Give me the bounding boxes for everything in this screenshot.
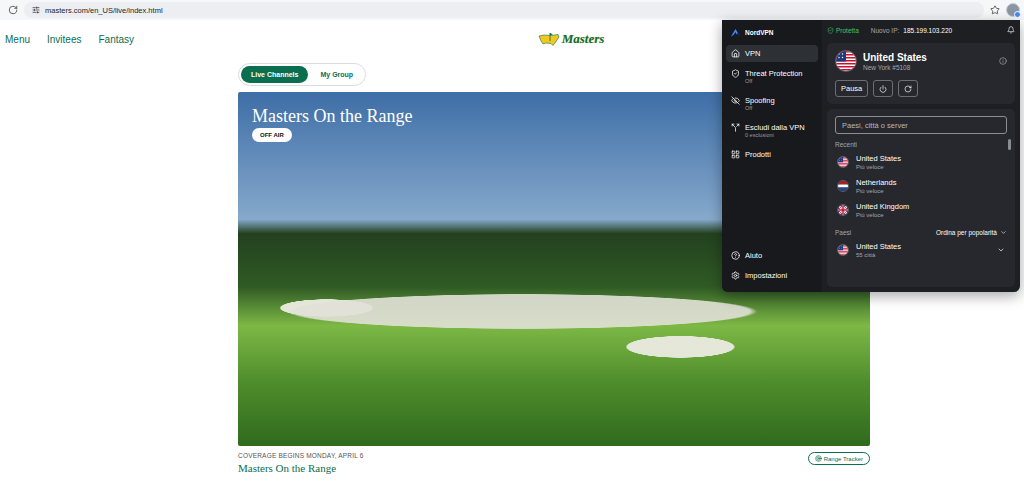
sidebar-label: Threat Protection <box>745 69 803 78</box>
sort-dropdown[interactable]: Ordina per popolarità <box>936 229 1007 236</box>
sidebar-sub: 0 esclusioni <box>745 132 805 139</box>
pause-button[interactable]: Pausa <box>835 80 868 97</box>
disconnect-button[interactable] <box>873 80 893 97</box>
nav-link[interactable]: Fantasy <box>98 34 134 45</box>
vpn-main: Protetta Nuovo IP:185.199.103.220 United S… <box>822 20 1020 292</box>
row-name: United States <box>856 242 990 251</box>
sidebar-label: Escludi dalla VPN <box>745 123 805 132</box>
vpn-sidebar: NordVPNVPNThreat ProtectionOffSpoofingOf… <box>722 20 822 292</box>
row-sub: Più veloce <box>856 188 1005 194</box>
server-search[interactable] <box>835 116 1007 134</box>
us-flag-icon <box>835 50 857 72</box>
server-list-card: RecentiUnited StatesPiù veloceNetherland… <box>827 109 1015 287</box>
sidebar-item[interactable]: SpoofingOff <box>726 92 818 116</box>
connected-server: New York #5108 <box>863 64 993 71</box>
settings-icon <box>731 271 740 280</box>
url-text: masters.com/en_US/live/index.html <box>45 6 163 15</box>
extension-badge <box>1014 11 1021 18</box>
expand-chevron-icon[interactable] <box>997 246 1005 254</box>
protection-status: Protetta <box>827 27 859 34</box>
help-icon <box>731 251 740 260</box>
reconnect-button[interactable] <box>898 80 918 97</box>
screen: masters.com/en_US/live/index.html Menu Inv… <box>0 0 1024 485</box>
power-icon <box>879 85 887 93</box>
masters-map-icon <box>538 32 560 47</box>
row-sub: 55 città <box>856 252 990 258</box>
browser-toolbar: masters.com/en_US/live/index.html <box>0 0 1024 20</box>
shield-check-icon <box>827 27 834 34</box>
nordvpn-logo-icon <box>730 28 741 37</box>
profile-avatar[interactable] <box>1006 3 1020 17</box>
sidebar-label: Prodotti <box>745 150 771 159</box>
sidebar-bottom: Aiuto Impostazioni <box>726 247 818 284</box>
row-name: Netherlands <box>856 178 1005 187</box>
scrollbar-thumb[interactable] <box>1008 139 1011 150</box>
channel-title: Masters On the Range <box>238 462 364 474</box>
sidebar-list: VPNThreat ProtectionOffSpoofingOffEsclud… <box>726 45 818 163</box>
uk-flag-icon <box>837 204 849 216</box>
sidebar-label: Impostazioni <box>745 271 787 280</box>
us-flag-icon <box>837 244 849 256</box>
sidebar-sub: Off <box>745 78 803 85</box>
status-row: Protetta Nuovo IP:185.199.103.220 <box>827 22 1015 38</box>
row-sub: Più veloce <box>856 164 1005 170</box>
home-icon <box>731 49 740 58</box>
sidebar-item[interactable]: VPN <box>726 45 818 62</box>
sidebar-item[interactable]: Escludi dalla VPN0 esclusioni <box>726 119 818 143</box>
spoofing-icon <box>731 96 740 105</box>
country-row[interactable]: United States55 città <box>835 238 1007 262</box>
ip-label: Nuovo IP: <box>871 27 900 34</box>
row-name: United States <box>856 154 1005 163</box>
split-tunnel-icon <box>731 123 740 132</box>
info-icon[interactable] <box>999 57 1007 65</box>
nordvpn-brand: NordVPN <box>726 24 818 40</box>
nav-link[interactable]: Invitees <box>47 34 81 45</box>
logo-text: Masters <box>562 31 605 47</box>
coverage-kicker: COVERAGE BEGINS MONDAY, APRIL 6 <box>238 452 364 459</box>
sidebar-label: Spoofing <box>745 96 775 105</box>
sidebar-label: Aiuto <box>745 251 762 260</box>
countries-heading: PaesiOrdina per popolarità <box>835 229 1007 236</box>
us-flag-icon <box>837 156 849 168</box>
recent-row[interactable]: United KingdomPiù veloce <box>835 198 1007 222</box>
nl-flag-icon <box>837 180 849 192</box>
sidebar-item[interactable]: Aiuto <box>726 247 818 264</box>
chevron-down-icon <box>1000 229 1007 236</box>
caption-row: COVERAGE BEGINS MONDAY, APRIL 6 Masters O… <box>238 452 870 474</box>
sidebar-sub: Off <box>745 105 775 112</box>
recent-row[interactable]: NetherlandsPiù veloce <box>835 174 1007 198</box>
connection-card: United StatesNew York #5108 Pausa <box>827 43 1015 104</box>
target-icon <box>815 455 822 462</box>
site-nav: Menu Invitees Fantasy <box>0 34 238 45</box>
sidebar-item[interactable]: Threat ProtectionOff <box>726 65 818 89</box>
channel-toggle: Live ChannelsMy Group <box>238 63 366 86</box>
row-name: United Kingdom <box>856 202 1005 211</box>
connected-country: United States <box>863 52 993 63</box>
shield-icon <box>731 69 740 78</box>
sidebar-label: VPN <box>745 49 760 58</box>
refresh-icon <box>904 85 912 93</box>
site-info-icon[interactable] <box>32 6 40 14</box>
toggle-button[interactable]: My Group <box>310 66 363 83</box>
player-title: Masters On the Range <box>252 106 412 127</box>
nav-link[interactable]: Menu <box>5 34 30 45</box>
products-icon <box>731 150 740 159</box>
toggle-button[interactable]: Live Channels <box>241 66 308 83</box>
nordvpn-popup: NordVPNVPNThreat ProtectionOffSpoofingOf… <box>722 20 1020 292</box>
address-bar[interactable]: masters.com/en_US/live/index.html <box>24 2 984 18</box>
ip-address: 185.199.103.220 <box>903 27 952 34</box>
range-tracker-button[interactable]: Range Tracker <box>808 452 870 465</box>
sidebar-item[interactable]: Prodotti <box>726 146 818 163</box>
off-air-badge: OFF AIR <box>252 128 292 142</box>
sidebar-item[interactable]: Impostazioni <box>726 267 818 284</box>
recent-row[interactable]: United StatesPiù veloce <box>835 150 1007 174</box>
reload-icon[interactable] <box>8 5 18 15</box>
bell-icon[interactable] <box>1007 26 1015 34</box>
bookmark-star-icon[interactable] <box>990 5 1000 15</box>
row-sub: Più veloce <box>856 212 1005 218</box>
recent-heading: Recenti <box>835 141 1007 148</box>
